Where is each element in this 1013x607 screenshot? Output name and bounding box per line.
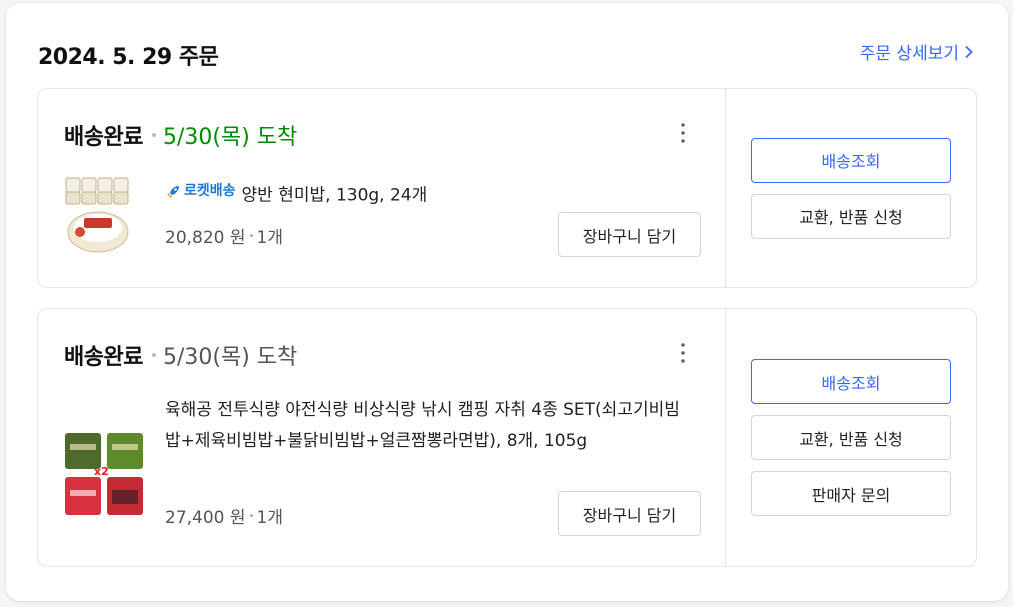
status-label: 배송완료 xyxy=(64,345,143,370)
track-delivery-button[interactable]: 배송조회 xyxy=(751,359,951,404)
separator-dot xyxy=(151,353,156,357)
more-options-icon[interactable] xyxy=(678,121,688,145)
rocket-delivery-badge: 로켓배송 xyxy=(165,176,236,207)
shipment-info: 배송완료 5/30(목) 도착 로켓배송 양반 현미밥, 130g, 24개 2… xyxy=(38,89,726,287)
exchange-return-button[interactable]: 교환, 반품 신청 xyxy=(751,193,951,239)
product-price: 27,400 원 xyxy=(165,508,246,528)
product-title[interactable]: 로켓배송 양반 현미밥, 130g, 24개 xyxy=(165,176,685,212)
shipment-card: 배송완료 5/30(목) 도착 x2 육해공 전투식량 야전식량 비상식량 낚시… xyxy=(37,308,977,567)
separator-dot xyxy=(151,133,156,137)
delivery-status: 배송완료 5/30(목) 도착 xyxy=(64,339,297,371)
order-date: 2024. 5. 29 주문 xyxy=(38,45,219,70)
track-delivery-button[interactable]: 배송조회 xyxy=(751,137,951,183)
chevron-right-icon xyxy=(965,45,973,58)
shipment-actions: 배송조회 교환, 반품 신청 판매자 문의 xyxy=(725,309,976,566)
exchange-return-button[interactable]: 교환, 반품 신청 xyxy=(751,415,951,460)
product-quantity: 1개 xyxy=(256,228,283,248)
more-options-icon[interactable] xyxy=(678,341,688,365)
delivery-status: 배송완료 5/30(목) 도착 xyxy=(64,119,297,151)
order-detail-label: 주문 상세보기 xyxy=(859,44,959,64)
product-name: 양반 현미밥, 130g, 24개 xyxy=(241,185,428,206)
add-to-cart-button[interactable]: 장바구니 담기 xyxy=(558,212,701,257)
price-line: 27,400 원 1개 xyxy=(165,503,283,528)
product-thumbnail[interactable]: x2 xyxy=(64,432,144,517)
status-label: 배송완료 xyxy=(64,125,143,150)
separator-dot xyxy=(249,514,253,517)
product-name: 육해공 전투식량 야전식량 비상식량 낚시 캠핑 자취 4종 SET(쇠고기비빔… xyxy=(165,400,680,451)
shipment-card: 배송완료 5/30(목) 도착 로켓배송 양반 현미밥, 130g, 24개 2… xyxy=(37,88,977,288)
separator-dot xyxy=(249,234,253,237)
product-price: 20,820 원 xyxy=(165,228,246,248)
shipment-actions: 배송조회 교환, 반품 신청 xyxy=(725,89,976,287)
shipment-info: 배송완료 5/30(목) 도착 x2 육해공 전투식량 야전식량 비상식량 낚시… xyxy=(38,309,726,566)
product-title[interactable]: 육해공 전투식량 야전식량 비상식량 낚시 캠핑 자취 4종 SET(쇠고기비빔… xyxy=(165,395,685,457)
product-quantity: 1개 xyxy=(256,508,283,528)
add-to-cart-button[interactable]: 장바구니 담기 xyxy=(558,491,701,536)
order-card: 2024. 5. 29 주문 주문 상세보기 배송완료 5/30(목) 도착 로… xyxy=(6,3,1008,601)
arrival-date: 5/30(목) 도착 xyxy=(162,125,298,150)
rocket-icon xyxy=(167,185,179,198)
contact-seller-button[interactable]: 판매자 문의 xyxy=(751,471,951,516)
thumb-multiplier: x2 xyxy=(94,465,109,478)
arrival-date: 5/30(목) 도착 xyxy=(162,345,298,370)
price-line: 20,820 원 1개 xyxy=(165,223,283,248)
product-thumbnail[interactable] xyxy=(64,176,132,256)
rocket-badge-label: 로켓배송 xyxy=(184,183,236,199)
order-detail-link[interactable]: 주문 상세보기 xyxy=(860,39,974,64)
